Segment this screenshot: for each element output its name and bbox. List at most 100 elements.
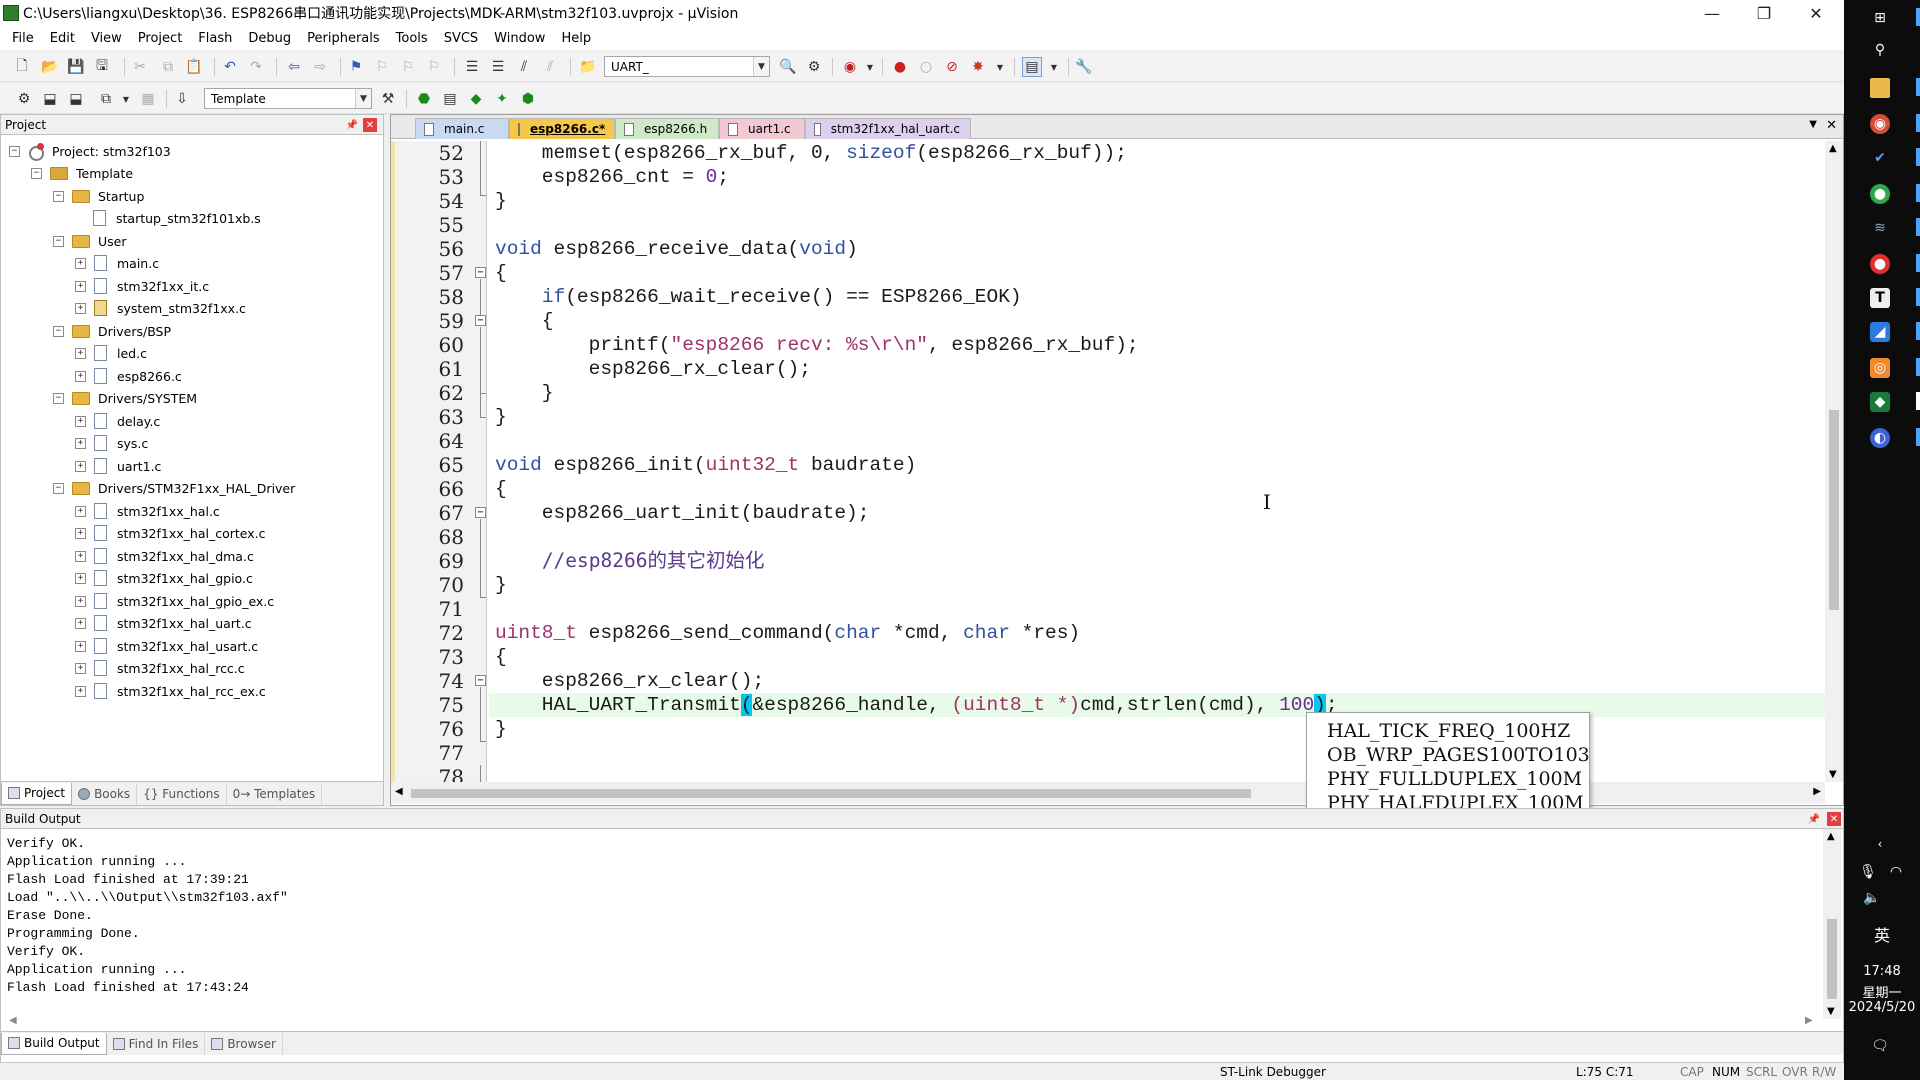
scroll-left-icon[interactable]: ◀ (395, 786, 403, 797)
autocomplete-item[interactable]: PHY_FULLDUPLEX_100M (1327, 767, 1589, 791)
menu-file[interactable]: File (4, 31, 42, 46)
build-vertical-scrollbar[interactable]: ▲ ▼ (1823, 829, 1841, 1019)
expand-icon[interactable]: + (75, 460, 86, 472)
expand-icon[interactable]: + (75, 572, 86, 584)
menu-edit[interactable]: Edit (42, 31, 83, 46)
tree-file[interactable]: + stm32f1xx_hal.c (75, 500, 220, 522)
fold-collapse-icon[interactable]: − (475, 675, 486, 686)
chevron-down-icon[interactable]: ▼ (1044, 57, 1064, 77)
tree-file[interactable]: + sys.c (75, 432, 148, 454)
tree-target[interactable]: − Template (31, 162, 133, 184)
collapse-icon[interactable]: − (53, 235, 64, 247)
tree-file[interactable]: + stm32f1xx_hal_uart.c (75, 612, 252, 634)
select-packs-icon[interactable]: ▤ (440, 89, 460, 109)
tree-file[interactable]: + stm32f1xx_hal_cortex.c (75, 522, 265, 544)
tree-group[interactable]: − Startup (53, 185, 144, 207)
close-icon[interactable]: ✕ (363, 118, 377, 132)
bookmark-prev-icon[interactable]: ⚐ (372, 57, 392, 77)
tab-project[interactable]: Project (1, 782, 73, 805)
microphone-icon[interactable]: 🎙 (1858, 862, 1878, 882)
expand-icon[interactable]: + (75, 347, 86, 359)
expand-icon[interactable]: + (75, 617, 86, 629)
tab-books[interactable]: Books (72, 782, 138, 805)
nav-back-icon[interactable]: ⇦ (284, 57, 304, 77)
tab-list-dropdown-icon[interactable]: ▼ (1809, 119, 1817, 130)
expand-icon[interactable]: + (75, 550, 86, 562)
red-blue-app-icon[interactable]: ◐ (1870, 428, 1890, 448)
network-app-icon[interactable]: ≋ (1870, 218, 1890, 238)
manage-rte-icon[interactable]: ✦ (492, 89, 512, 109)
scroll-down-icon[interactable]: ▼ (1827, 1006, 1835, 1017)
chevron-down-icon[interactable]: ▼ (355, 89, 371, 108)
close-button[interactable]: ✕ (1790, 0, 1842, 26)
scroll-left-icon[interactable]: ◀ (9, 1015, 17, 1026)
tab-templates[interactable]: 0→ Templates (227, 782, 323, 805)
tab-main-c[interactable]: main.c (415, 118, 509, 139)
scroll-right-icon[interactable]: ▶ (1813, 786, 1821, 797)
collapse-icon[interactable]: − (53, 482, 64, 494)
download-icon[interactable]: ⇩ (172, 89, 192, 109)
menu-peripherals[interactable]: Peripherals (299, 31, 388, 46)
target-select[interactable]: Template ▼ (204, 88, 372, 109)
expand-icon[interactable]: + (75, 370, 86, 382)
configure-icon[interactable]: 🔧 (1074, 57, 1094, 77)
stop-build-icon[interactable]: ▦ (138, 89, 158, 109)
cut-icon[interactable]: ✂ (130, 57, 150, 77)
undo-icon[interactable]: ↶ (220, 57, 240, 77)
close-icon[interactable]: ✕ (1827, 812, 1841, 826)
tree-file[interactable]: + stm32f1xx_hal_rcc_ex.c (75, 680, 266, 702)
autocomplete-popup[interactable]: HAL_TICK_FREQ_100HZ OB_WRP_PAGES100TO103… (1306, 712, 1590, 816)
expand-icon[interactable]: + (75, 302, 86, 314)
menu-view[interactable]: View (83, 31, 130, 46)
expand-icon[interactable]: + (75, 257, 86, 269)
scrollbar-thumb[interactable] (1827, 919, 1837, 999)
tree-file[interactable]: + stm32f1xx_hal_gpio.c (75, 567, 253, 589)
tab-build-output[interactable]: Build Output (1, 1032, 107, 1055)
typora-icon[interactable]: T (1870, 288, 1890, 308)
window-layout-icon[interactable]: ▤ (1022, 57, 1042, 77)
fold-collapse-icon[interactable]: − (475, 315, 486, 326)
tab-functions[interactable]: {} Functions (137, 782, 227, 805)
scroll-right-icon[interactable]: ▶ (1805, 1015, 1813, 1026)
uvision-taskbar-icon[interactable]: ◆ (1870, 392, 1890, 412)
target-options-icon[interactable]: ⚒ (378, 89, 398, 109)
open-file-icon[interactable]: 📂 (40, 57, 60, 77)
collapse-icon[interactable]: − (53, 325, 64, 337)
collapse-icon[interactable]: − (9, 145, 20, 157)
build-icon[interactable]: ⬓ (40, 89, 60, 109)
scroll-up-icon[interactable]: ▲ (1827, 831, 1835, 842)
tab-uart1-c[interactable]: uart1.c (719, 118, 805, 139)
pack-installer-icon[interactable]: ◆ (466, 89, 486, 109)
tab-stm32f1xx-hal-uart-c[interactable]: stm32f1xx_hal_uart.c (805, 118, 971, 139)
tree-file[interactable]: + delay.c (75, 410, 160, 432)
expand-icon[interactable]: + (75, 595, 86, 607)
tab-esp8266-h[interactable]: esp8266.h (615, 118, 719, 139)
save-all-icon[interactable]: 🖫 (92, 57, 112, 77)
redo-icon[interactable]: ↷ (246, 57, 266, 77)
uncomment-icon[interactable]: ⫽ (540, 57, 560, 77)
wechat-icon[interactable]: ● (1870, 184, 1890, 204)
tree-file[interactable]: + uart1.c (75, 455, 161, 477)
collapse-icon[interactable]: − (53, 190, 64, 202)
batch-build-icon[interactable]: ⧉ (96, 89, 116, 109)
menu-flash[interactable]: Flash (190, 31, 240, 46)
clock-weekday[interactable]: 星期一 (1844, 982, 1920, 1001)
wifi-icon[interactable]: ◠ (1886, 862, 1906, 882)
manage-project-items-icon[interactable]: ⬣ (414, 89, 434, 109)
tree-group[interactable]: − Drivers/SYSTEM (53, 387, 197, 409)
kill-breakpoints-icon[interactable]: ⊘ (942, 57, 962, 77)
scroll-down-icon[interactable]: ▼ (1829, 769, 1837, 780)
tab-esp8266-c[interactable]: esp8266.c* (509, 118, 615, 139)
tree-file[interactable]: + stm32f1xx_hal_dma.c (75, 545, 254, 567)
bookmark-next-icon[interactable]: ⚐ (398, 57, 418, 77)
clock-time[interactable]: 17:48 (1844, 964, 1920, 979)
comment-icon[interactable]: ⫽ (514, 57, 534, 77)
expand-icon[interactable]: + (75, 505, 86, 517)
run-time-env-icon[interactable]: ⬢ (518, 89, 538, 109)
unindent-icon[interactable]: ☰ (488, 57, 508, 77)
restore-button[interactable]: ❐ (1738, 0, 1790, 26)
tree-file[interactable]: + main.c (75, 252, 159, 274)
ime-indicator[interactable]: 英 (1844, 922, 1920, 946)
scrollbar-thumb[interactable] (1829, 410, 1839, 611)
tree-group[interactable]: − User (53, 230, 127, 252)
